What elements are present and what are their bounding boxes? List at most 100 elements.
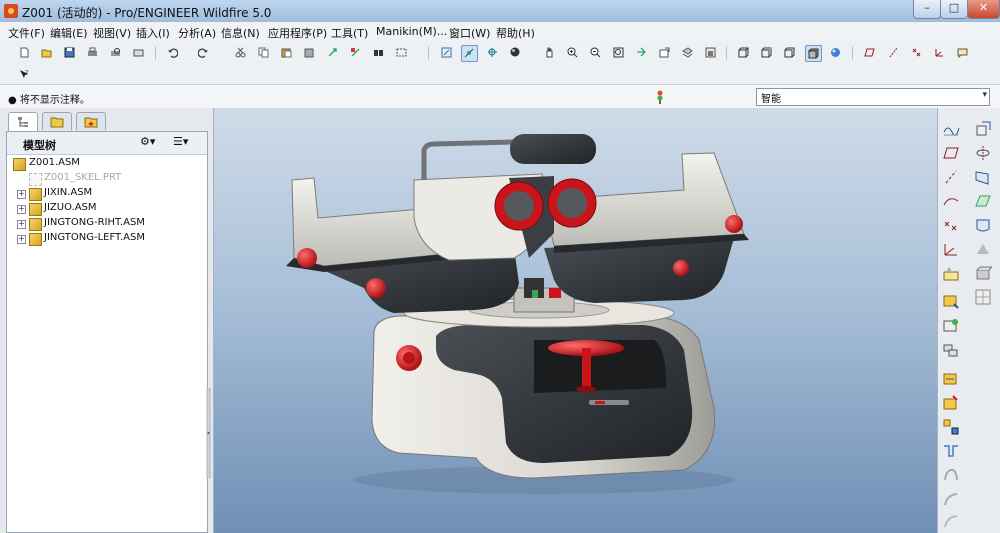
saved-views-icon[interactable]: [657, 45, 672, 60]
menu-file[interactable]: 文件(F): [8, 25, 45, 41]
realtime-render-icon[interactable]: [828, 45, 843, 60]
rib-icon[interactable]: [974, 288, 992, 306]
tab-favorites[interactable]: [76, 112, 106, 130]
find-icon[interactable]: [371, 45, 386, 60]
paste-icon[interactable]: [279, 45, 294, 60]
model-tree-title: 模型树: [23, 139, 56, 152]
extrude-icon[interactable]: [974, 264, 994, 282]
redo-icon[interactable]: [196, 45, 218, 60]
minimize-button[interactable]: –: [913, 0, 941, 19]
datum-planes-icon[interactable]: [862, 45, 877, 60]
regenerate-icon[interactable]: [325, 45, 340, 60]
window-title: Z001 (活动的) - Pro/ENGINEER Wildfire 5.0: [22, 6, 272, 20]
zoom-in-icon[interactable]: [565, 45, 580, 60]
navigator-panel: 模型树 ⚙▾ ☰▾ Z001.ASM Z001_SKEL.PRT + JIXIN…: [0, 108, 214, 533]
mirror-component-icon[interactable]: [942, 370, 960, 388]
expand-icon[interactable]: +: [17, 220, 26, 229]
menu-tools[interactable]: 工具(T): [331, 25, 368, 41]
datum-curve-tool-icon[interactable]: [942, 192, 960, 210]
repeat-component-icon[interactable]: [942, 394, 960, 412]
menu-applications[interactable]: 应用程序(P): [268, 25, 327, 41]
save-icon[interactable]: [62, 45, 77, 60]
coordinate-systems-icon[interactable]: [932, 45, 947, 60]
tree-settings-button[interactable]: ⚙▾: [140, 135, 166, 151]
no-hidden-icon[interactable]: [782, 45, 797, 60]
pattern-icon[interactable]: [942, 418, 960, 436]
analysis-feature-icon[interactable]: [942, 264, 960, 282]
assembly-3d-model[interactable]: [214, 108, 937, 533]
blend-icon[interactable]: [974, 192, 992, 210]
selection-box-icon[interactable]: [394, 45, 420, 60]
menu-manikin[interactable]: Manikin(M)...: [376, 25, 447, 38]
toolbar-separator: [726, 46, 727, 60]
tab-model-tree[interactable]: [8, 112, 38, 131]
print-icon[interactable]: [85, 45, 100, 60]
tab-folder-browser[interactable]: [42, 112, 72, 130]
tree-show-button[interactable]: ☰▾: [173, 135, 201, 151]
selection-filter-value: 智能: [761, 94, 781, 105]
menu-insert[interactable]: 插入(I): [136, 25, 170, 41]
shading-icon[interactable]: [805, 45, 822, 62]
assemble-component-icon[interactable]: [942, 293, 960, 311]
new-file-icon[interactable]: [17, 45, 32, 60]
close-button[interactable]: ✕: [967, 0, 1000, 19]
hidden-line-icon[interactable]: [759, 45, 774, 60]
zoom-out-icon[interactable]: [588, 45, 603, 60]
expand-icon[interactable]: +: [17, 235, 26, 244]
shell-icon[interactable]: [942, 466, 960, 484]
hole-icon[interactable]: [942, 442, 960, 460]
menu-view[interactable]: 视图(V): [93, 25, 131, 41]
pan-icon[interactable]: [542, 45, 557, 60]
copy-icon[interactable]: [256, 45, 271, 60]
menu-window[interactable]: 窗口(W): [449, 25, 490, 41]
create-component-icon[interactable]: [942, 317, 960, 335]
menu-help[interactable]: 帮助(H): [496, 25, 535, 41]
menu-edit[interactable]: 编辑(E): [50, 25, 88, 41]
graphics-window[interactable]: [214, 108, 937, 533]
datum-axes-icon[interactable]: [886, 45, 901, 60]
selection-filter-dropdown[interactable]: 智能 ▾: [756, 88, 990, 106]
datum-plane-tool-icon[interactable]: [942, 144, 960, 162]
open-file-icon[interactable]: [39, 45, 54, 60]
appearance-icon[interactable]: [508, 45, 532, 60]
datum-csys-tool-icon[interactable]: [942, 240, 960, 258]
spin-center-icon[interactable]: [461, 45, 478, 62]
chamfer-icon[interactable]: [974, 120, 992, 138]
reorient-icon[interactable]: [634, 45, 649, 60]
boundary-blend-icon[interactable]: [974, 216, 992, 234]
maximize-button[interactable]: □: [940, 0, 968, 19]
refit-icon[interactable]: [611, 45, 626, 60]
expand-icon[interactable]: +: [17, 205, 26, 214]
chevron-down-icon: ▾: [982, 90, 987, 100]
draft-icon[interactable]: [942, 490, 960, 508]
datum-axis-tool-icon[interactable]: [942, 168, 960, 186]
expand-icon[interactable]: +: [17, 190, 26, 199]
context-help-icon[interactable]: ?: [17, 67, 32, 82]
view-manager-icon[interactable]: [703, 45, 718, 60]
annotation-display-icon[interactable]: [955, 45, 970, 60]
datum-point-tool-icon[interactable]: [942, 216, 960, 234]
email-icon[interactable]: [131, 45, 146, 60]
style-icon[interactable]: [974, 240, 992, 258]
revolve-icon[interactable]: [974, 144, 992, 162]
datum-points-icon[interactable]: [909, 45, 924, 60]
orient-icon[interactable]: [485, 45, 500, 60]
skeleton-part-icon: [29, 173, 42, 186]
print-preview-icon[interactable]: [108, 45, 123, 60]
layers-icon[interactable]: [680, 45, 695, 60]
assembly-icon: [29, 203, 42, 216]
menu-analysis[interactable]: 分析(A): [178, 25, 216, 41]
round-icon[interactable]: [942, 512, 960, 530]
cut-icon[interactable]: [233, 45, 248, 60]
component-interface-icon[interactable]: [942, 341, 960, 359]
sweep-icon[interactable]: [974, 168, 992, 186]
navigator-sash-handle[interactable]: [206, 387, 211, 479]
tree-node-label: JINGTONG-LEFT.ASM: [44, 232, 145, 243]
paste-special-icon[interactable]: [302, 45, 317, 60]
regen-manager-icon[interactable]: [348, 45, 363, 60]
sketch-datum-curve-icon[interactable]: [942, 120, 960, 138]
undo-icon[interactable]: [165, 45, 187, 60]
menu-info[interactable]: 信息(N): [221, 25, 260, 41]
wireframe-icon[interactable]: [736, 45, 751, 60]
redraw-icon[interactable]: [439, 45, 454, 60]
